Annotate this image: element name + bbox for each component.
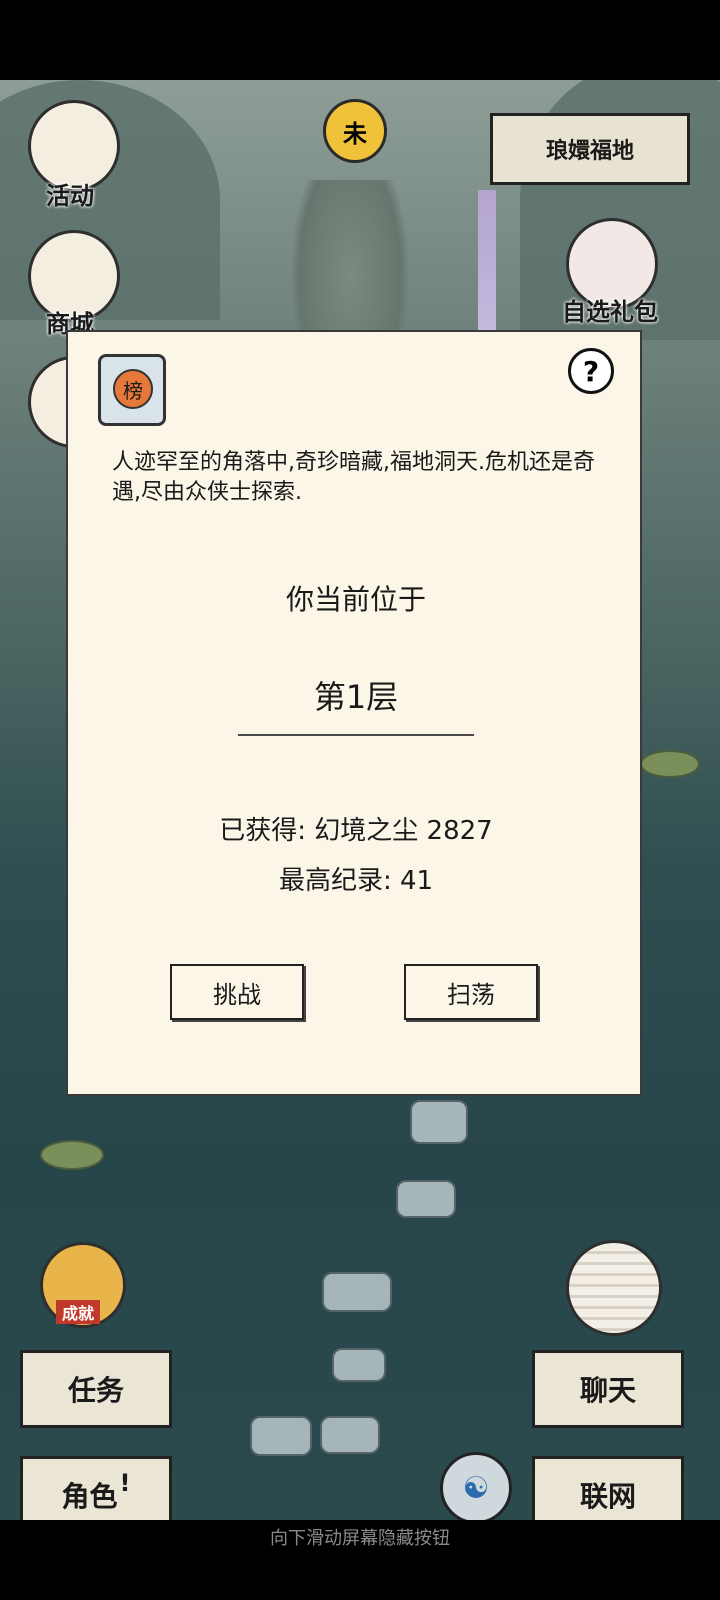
best-record: 最高纪录: 41	[278, 866, 434, 896]
meditate-icon[interactable]: ☯	[440, 1452, 512, 1524]
stepping-stone	[322, 1272, 392, 1312]
run-icon[interactable]	[566, 1240, 662, 1336]
achievement-label: 成就	[56, 1300, 101, 1324]
stepping-stone	[410, 1100, 468, 1144]
stepping-stone	[320, 1416, 380, 1454]
hide-buttons-hint: 向下滑动屏幕隐藏按钮	[270, 1528, 450, 1549]
obtained-reward: 已获得: 幻境之尘 2827	[219, 816, 493, 846]
lily-pad	[640, 750, 700, 778]
dialog-description: 人迹罕至的角落中,奇珍暗藏,福地洞天.危机还是奇遇,尽由众侠士探索.	[112, 450, 595, 505]
status-bar	[0, 0, 720, 80]
time-badge-label: 未	[343, 119, 367, 148]
activity-label: 活动	[46, 182, 94, 210]
stepping-stone	[396, 1180, 456, 1218]
challenge-button[interactable]: 挑战	[170, 964, 304, 1020]
time-badge-icon[interactable]: 未	[323, 99, 387, 163]
floor-dialog: 榜 ? 人迹罕至的角落中,奇珍暗藏,福地洞天.危机还是奇遇,尽由众侠士探索. 你…	[66, 330, 642, 1096]
lily-pad	[40, 1140, 104, 1170]
floor-value: 第1层	[313, 678, 399, 716]
character-label: 角色	[61, 1480, 118, 1513]
stepping-stone	[332, 1348, 386, 1382]
tasks-button[interactable]: 任务	[20, 1350, 172, 1428]
ranking-seal: 榜	[113, 369, 153, 409]
sweep-button[interactable]: 扫荡	[404, 964, 538, 1020]
ranking-seal-label: 榜	[123, 378, 143, 403]
location-label: 你当前位于	[285, 583, 426, 616]
help-icon[interactable]: ?	[568, 348, 614, 394]
ranking-scroll-icon: 榜	[98, 354, 166, 426]
stepping-stone	[250, 1416, 312, 1456]
help-label: ?	[582, 354, 600, 388]
langhuan-land-button[interactable]: 琅嬛福地	[490, 113, 690, 185]
character-alert-mark: !	[119, 1469, 131, 1497]
divider	[238, 734, 474, 736]
chat-button[interactable]: 聊天	[532, 1350, 684, 1428]
gift-pack-label: 自选礼包	[562, 298, 658, 326]
